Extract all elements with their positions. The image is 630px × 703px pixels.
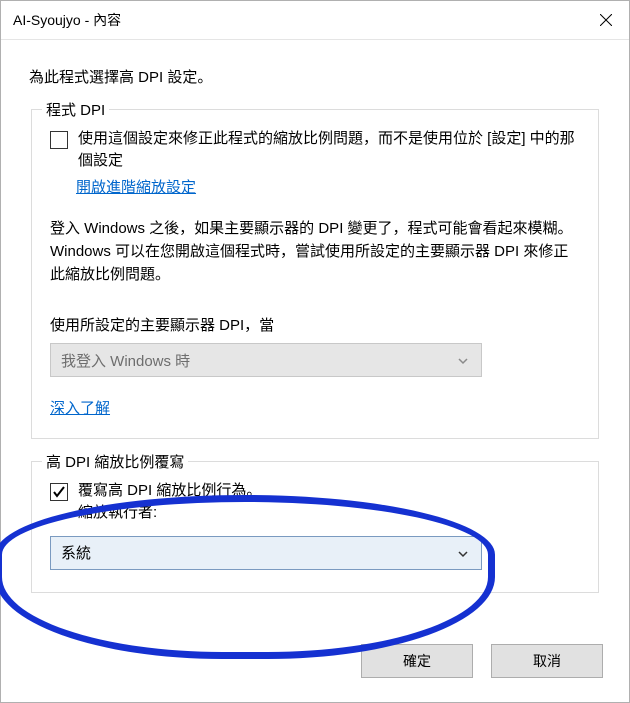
main-display-dpi-select-value: 我登入 Windows 時 xyxy=(61,350,190,371)
window-title: AI-Syoujyo - 內容 xyxy=(13,10,583,30)
override-checkbox[interactable] xyxy=(50,483,68,501)
override-label-line2: 縮放執行者: xyxy=(78,504,157,521)
ok-button[interactable]: 確定 xyxy=(361,644,473,678)
close-icon xyxy=(600,14,612,26)
override-label-line1: 覆寫高 DPI 縮放比例行為。 xyxy=(78,482,261,499)
override-label: 覆寫高 DPI 縮放比例行為。 縮放執行者: xyxy=(78,480,261,524)
button-bar: 確定 取消 xyxy=(1,644,629,702)
learn-more-link[interactable]: 深入了解 xyxy=(50,400,110,417)
use-setting-row: 使用這個設定來修正此程式的縮放比例問題，而不是使用位於 [設定] 中的那個設定 xyxy=(50,128,580,172)
use-setting-label: 使用這個設定來修正此程式的縮放比例問題，而不是使用位於 [設定] 中的那個設定 xyxy=(78,128,580,172)
group-program-dpi: 程式 DPI 使用這個設定來修正此程式的縮放比例問題，而不是使用位於 [設定] … xyxy=(31,109,599,439)
window: AI-Syoujyo - 內容 為此程式選擇高 DPI 設定。 程式 DPI 使… xyxy=(0,0,630,703)
group-program-dpi-legend: 程式 DPI xyxy=(42,99,109,120)
cancel-button[interactable]: 取消 xyxy=(491,644,603,678)
titlebar: AI-Syoujyo - 內容 xyxy=(1,1,629,40)
scaling-performed-by-select[interactable]: 系統 xyxy=(50,536,482,570)
main-display-dpi-when-label: 使用所設定的主要顯示器 DPI，當 xyxy=(50,314,580,335)
main-display-dpi-select: 我登入 Windows 時 xyxy=(50,343,482,377)
close-button[interactable] xyxy=(583,1,629,39)
use-setting-checkbox[interactable] xyxy=(50,131,68,149)
chevron-down-icon xyxy=(457,547,469,559)
chevron-down-icon xyxy=(457,354,469,366)
scaling-performed-by-value: 系統 xyxy=(61,542,91,563)
open-advanced-scaling-link[interactable]: 開啟進階縮放設定 xyxy=(76,179,196,196)
intro-text: 為此程式選擇高 DPI 設定。 xyxy=(29,66,601,87)
group-high-dpi-override-legend: 高 DPI 縮放比例覆寫 xyxy=(42,451,188,472)
dialog-body: 為此程式選擇高 DPI 設定。 程式 DPI 使用這個設定來修正此程式的縮放比例… xyxy=(1,40,629,644)
override-row: 覆寫高 DPI 縮放比例行為。 縮放執行者: xyxy=(50,480,580,524)
dpi-explanation-text: 登入 Windows 之後，如果主要顯示器的 DPI 變更了，程式可能會看起來模… xyxy=(50,217,580,287)
group-high-dpi-override: 高 DPI 縮放比例覆寫 覆寫高 DPI 縮放比例行為。 縮放執行者: 系統 xyxy=(31,461,599,593)
